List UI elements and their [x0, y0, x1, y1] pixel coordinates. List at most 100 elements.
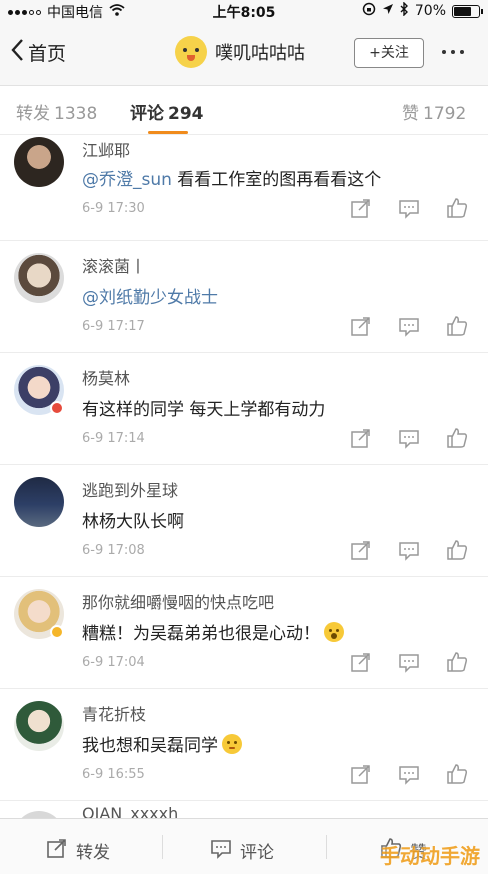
- follow-button[interactable]: +关注: [354, 38, 424, 68]
- comment-item: 青花折枝 我也想和吴磊同学 6-9 16:55: [0, 689, 488, 801]
- repost-icon[interactable]: [350, 427, 372, 449]
- comment-time: 6-9 17:17: [82, 319, 145, 334]
- comment-icon[interactable]: [398, 427, 420, 449]
- comment-item: 那你就细嚼慢咽的快点吃吧 糟糕！为吴磊弟弟也很是心动！ 6-9 17:04: [0, 577, 488, 689]
- like-icon[interactable]: [446, 315, 468, 337]
- tab-repost-label: 转发: [16, 104, 50, 124]
- comment-time: 6-9 17:14: [82, 431, 145, 446]
- repost-label: 转发: [76, 843, 110, 863]
- battery-percent: 70%: [414, 3, 446, 19]
- nav-title-group[interactable]: 噗叽咕咕咕: [175, 36, 305, 68]
- comment-icon[interactable]: [398, 763, 420, 785]
- like-icon[interactable]: [446, 427, 468, 449]
- tab-comments-label: 评论: [130, 104, 164, 124]
- location-icon: [382, 3, 394, 19]
- comment-item: QIAN_xxxxh: [0, 801, 488, 818]
- comment-actions: [350, 651, 468, 673]
- comment-author[interactable]: 青花折枝: [82, 701, 146, 725]
- tab-likes[interactable]: 赞 1792: [402, 99, 466, 124]
- avatar[interactable]: [14, 477, 64, 527]
- like-icon[interactable]: [446, 651, 468, 673]
- comment-text: @刘纸勤少女战士: [82, 283, 218, 308]
- comment-text: 糟糕！为吴磊弟弟也很是心动！: [82, 619, 344, 644]
- comment-text: 林杨大队长啊: [82, 507, 184, 532]
- comment-time: 6-9 17:04: [82, 655, 145, 670]
- comment-body: 有这样的同学 每天上学都有动力: [82, 400, 326, 420]
- comment-author[interactable]: 逃跑到外星球: [82, 477, 178, 501]
- back-label: 首页: [28, 43, 67, 65]
- status-right: 70%: [362, 1, 483, 20]
- comment-text: @乔澄_sun 看看工作室的图再看看这个: [82, 165, 381, 190]
- comment-mention[interactable]: @乔澄_sun: [82, 170, 172, 190]
- comment-actions: [350, 315, 468, 337]
- more-icon[interactable]: [442, 50, 464, 54]
- comment-icon: [210, 837, 232, 864]
- comment-label: 评论: [240, 843, 274, 863]
- comment-icon[interactable]: [398, 539, 420, 561]
- comment-actions: [350, 427, 468, 449]
- nav-bar: 首页 噗叽咕咕咕 +关注: [0, 22, 488, 86]
- tab-likes-count: 1792: [423, 104, 467, 124]
- comment-author[interactable]: 杨莫林: [82, 365, 130, 389]
- comment-icon[interactable]: [398, 315, 420, 337]
- repost-icon[interactable]: [350, 539, 372, 561]
- comment-item: 逃跑到外星球 林杨大队长啊 6-9 17:08: [0, 465, 488, 577]
- tab-repost[interactable]: 转发 1338: [16, 99, 97, 124]
- comment-button[interactable]: 评论: [210, 837, 274, 864]
- back-button[interactable]: 首页: [10, 38, 66, 67]
- comment-actions: [350, 763, 468, 785]
- repost-icon: [46, 837, 68, 864]
- repost-icon[interactable]: [350, 315, 372, 337]
- divider: [162, 835, 163, 859]
- comment-item: 滚滚菌丨 @刘纸勤少女战士 6-9 17:17: [0, 241, 488, 353]
- bluetooth-icon: [400, 1, 409, 20]
- comment-item: 江邺耶 @乔澄_sun 看看工作室的图再看看这个 6-9 17:30: [0, 135, 488, 241]
- comment-body: 我也想和吴磊同学: [82, 736, 218, 756]
- comment-time: 6-9 17:30: [82, 201, 145, 216]
- comment-author[interactable]: 滚滚菌丨: [82, 253, 146, 277]
- comment-time: 6-9 16:55: [82, 767, 145, 782]
- comment-body: 看看工作室的图再看看这个: [171, 170, 382, 190]
- comment-body: 林杨大队长啊: [82, 512, 184, 532]
- repost-icon[interactable]: [350, 651, 372, 673]
- comment-text: 有这样的同学 每天上学都有动力: [82, 395, 325, 420]
- repost-icon[interactable]: [350, 763, 372, 785]
- chevron-left-icon: [10, 38, 28, 67]
- status-bar: 中国电信 上午8:05 70%: [0, 0, 488, 22]
- like-icon[interactable]: [446, 539, 468, 561]
- tab-comments[interactable]: 评论 294: [130, 99, 204, 124]
- comment-author[interactable]: 江邺耶: [82, 137, 130, 161]
- repost-button[interactable]: 转发: [46, 837, 110, 864]
- tab-active-indicator: [148, 131, 188, 134]
- verified-badge-icon: [50, 625, 64, 639]
- comment-author[interactable]: QIAN_xxxxh: [82, 804, 178, 818]
- comment-body: 糟糕！为吴磊弟弟也很是心动！: [82, 624, 320, 644]
- comment-mention[interactable]: @刘纸勤少女战士: [82, 288, 218, 308]
- comment-icon[interactable]: [398, 197, 420, 219]
- comment-author[interactable]: 那你就细嚼慢咽的快点吃吧: [82, 589, 274, 613]
- comment-item: 杨莫林 有这样的同学 每天上学都有动力 6-9 17:14: [0, 353, 488, 465]
- tab-repost-count: 1338: [54, 104, 98, 124]
- comment-list: 江邺耶 @乔澄_sun 看看工作室的图再看看这个 6-9 17:30 滚滚菌丨 …: [0, 135, 488, 818]
- repost-icon[interactable]: [350, 197, 372, 219]
- like-icon[interactable]: [446, 197, 468, 219]
- tab-comments-count: 294: [168, 104, 204, 124]
- lock-rotation-icon: [362, 2, 376, 20]
- comment-text: 我也想和吴磊同学: [82, 731, 242, 756]
- avatar[interactable]: [14, 701, 64, 751]
- watermark: 手动动手游: [380, 844, 480, 868]
- tab-bar: 转发 1338 评论 294 赞 1792: [0, 87, 488, 135]
- author-avatar[interactable]: [175, 36, 207, 68]
- like-icon[interactable]: [446, 763, 468, 785]
- verified-badge-icon: [50, 401, 64, 415]
- battery-icon: [452, 4, 483, 18]
- comment-icon[interactable]: [398, 651, 420, 673]
- nav-title: 噗叽咕咕咕: [215, 43, 305, 64]
- avatar[interactable]: [14, 137, 64, 187]
- embarrassed-emoji-icon: [222, 734, 242, 754]
- avatar[interactable]: [14, 253, 64, 303]
- comment-actions: [350, 197, 468, 219]
- shocked-emoji-icon: [324, 622, 344, 642]
- comment-time: 6-9 17:08: [82, 543, 145, 558]
- avatar[interactable]: [14, 811, 64, 818]
